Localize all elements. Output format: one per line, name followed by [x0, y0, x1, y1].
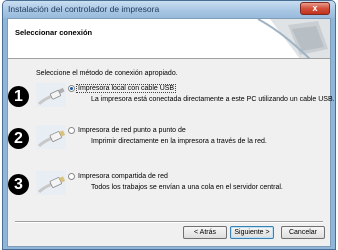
- wizard-header: Seleccionar conexión: [8, 19, 330, 59]
- peer-to-peer-option-description: Imprimir directamente en la impresora a …: [91, 138, 267, 145]
- step-number-badge: 1: [8, 86, 29, 107]
- page-title: Seleccionar conexión: [15, 28, 93, 37]
- intro-text: Seleccione el método de conexión apropia…: [36, 70, 178, 77]
- peer-to-peer-option-label[interactable]: Impresora de red punto a punto de: [78, 127, 186, 134]
- option-usb[interactable]: 1 Impresora local con cable USB La impre…: [8, 83, 335, 119]
- close-button[interactable]: x: [300, 2, 330, 15]
- option-shared-network[interactable]: 3 Impresora compartida de red Todos los …: [8, 171, 330, 207]
- next-button[interactable]: Siguiente >: [230, 226, 274, 239]
- usb-cable-icon: [36, 83, 66, 107]
- option-peer-to-peer[interactable]: 2 Impresora de red punto a punto de Impr…: [8, 125, 330, 161]
- peer-to-peer-radio[interactable]: [68, 127, 75, 134]
- window-title: Instalación del controlador de impresora: [8, 4, 160, 14]
- usb-option-description: La impresora está conectada directamente…: [91, 96, 335, 103]
- title-bar[interactable]: Instalación del controlador de impresora…: [3, 1, 335, 18]
- cancel-button[interactable]: Cancelar: [281, 226, 325, 239]
- back-button[interactable]: < Atrás: [183, 226, 227, 239]
- printer-wizard-graphic: [257, 19, 330, 58]
- step-number-badge: 2: [8, 128, 29, 149]
- shared-network-radio[interactable]: [68, 173, 75, 180]
- usb-radio[interactable]: [68, 85, 75, 92]
- button-separator: [15, 221, 323, 223]
- wizard-client-area: Seleccionar conexión Seleccione el métod…: [7, 18, 335, 247]
- network-cable-icon: [36, 171, 66, 195]
- close-icon: x: [312, 3, 318, 13]
- shared-network-option-description: Todos los trabajos se envían a una cola …: [91, 184, 283, 191]
- network-cable-icon: [36, 125, 66, 149]
- usb-option-label[interactable]: Impresora local con cable USB: [75, 84, 177, 93]
- installer-window: Instalación del controlador de impresora…: [2, 0, 336, 250]
- shared-network-option-label[interactable]: Impresora compartida de red: [78, 173, 168, 180]
- step-number-badge: 3: [8, 174, 29, 195]
